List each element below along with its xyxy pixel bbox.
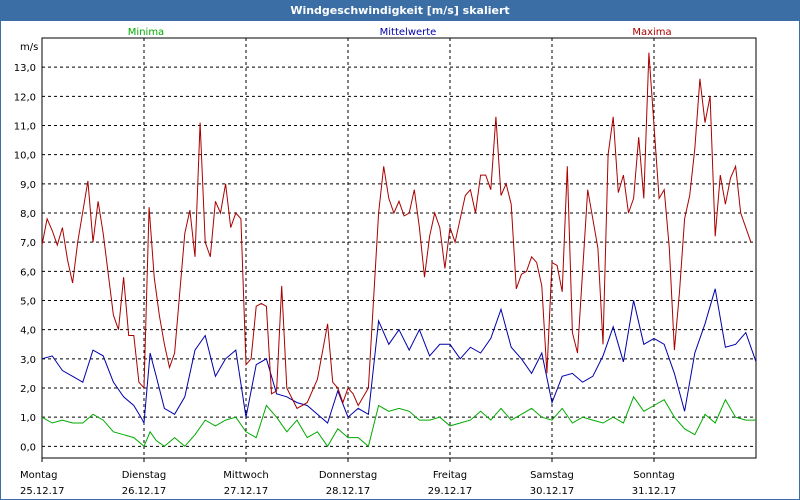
- axes: 0,0 1,0 2,0 3,0 4,0 5,0 6,0 7,0 8,0 9,0 10,0 11,0 12…: [14, 37, 757, 497]
- y-tick-label: 11,0: [14, 122, 36, 133]
- y-tick-label: 13,0: [14, 63, 36, 74]
- y-tick-label: 1,0: [20, 413, 36, 424]
- y-tick-label: 0,0: [20, 442, 36, 453]
- y-tick-label: 3,0: [20, 355, 36, 366]
- legend-entry-minima: Minima: [128, 27, 164, 38]
- y-tick-label: 10,0: [14, 151, 36, 162]
- series-line-mittelwerte: [41, 288, 757, 425]
- x-tick-label-day: Donnerstag: [319, 470, 377, 481]
- y-tick-label: 5,0: [20, 297, 36, 308]
- wind-speed-chart: 0,0 1,0 2,0 3,0 4,0 5,0 6,0 7,0 8,0 9,0 10,0 11,0 12…: [14, 27, 757, 497]
- legend-entry-mittelwerte: Mittelwerte: [380, 27, 437, 38]
- x-tick-label-date: 29.12.17: [428, 486, 473, 497]
- legend-entry-maxima: Maxima: [632, 27, 671, 38]
- x-tick-label-date: 31.12.17: [632, 486, 677, 497]
- y-tick-label: 4,0: [20, 326, 36, 337]
- y-tick-label: 9,0: [20, 180, 36, 191]
- x-tick-label-day: Samstag: [530, 470, 574, 481]
- y-tick-label: 7,0: [20, 238, 36, 249]
- x-tick-label-date: 25.12.17: [20, 486, 65, 497]
- x-tick-label-day: Dienstag: [122, 470, 167, 481]
- x-tick-label-date: 30.12.17: [530, 486, 575, 497]
- series: [41, 52, 757, 448]
- x-tick-label-date: 28.12.17: [326, 486, 371, 497]
- plot-frame: [41, 37, 757, 459]
- legend: Minima Mittelwerte Maxima: [128, 27, 672, 38]
- x-tick-label-date: 26.12.17: [122, 486, 167, 497]
- grid: [42, 38, 756, 458]
- x-tick-label-date: 27.12.17: [224, 486, 269, 497]
- y-tick-label: 8,0: [20, 209, 36, 220]
- x-tick-label-day: Freitag: [433, 470, 467, 481]
- y-tick-label: 6,0: [20, 267, 36, 278]
- series-line-maxima: [41, 52, 752, 410]
- series-line-minima: [41, 395, 756, 448]
- y-axis-label: m/s: [20, 42, 38, 53]
- x-tick-label-day: Montag: [20, 470, 57, 481]
- x-tick-label-day: Mittwoch: [223, 470, 268, 481]
- y-tick-label: 12,0: [14, 92, 36, 103]
- y-tick-label: 2,0: [20, 384, 36, 395]
- x-tick-label-day: Sonntag: [633, 470, 675, 481]
